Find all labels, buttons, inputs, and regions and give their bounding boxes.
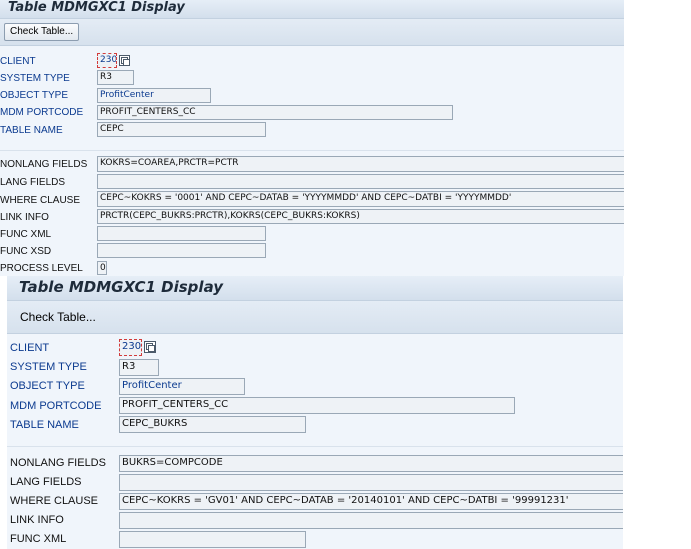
link-info-label: LINK INFO	[10, 514, 64, 526]
client-label: CLIENT	[0, 56, 36, 67]
value-help-icon[interactable]	[144, 341, 156, 353]
table-name-field[interactable]: CEPC_BUKRS	[119, 416, 306, 433]
client-label: CLIENT	[10, 342, 50, 354]
link-info-label: LINK INFO	[0, 212, 49, 223]
check-table-button[interactable]: Check Table...	[15, 307, 101, 327]
object-type-field[interactable]: ProfitCenter	[119, 378, 245, 395]
where-clause-field[interactable]: CEPC~KOKRS = '0001' AND CEPC~DATAB = 'YY…	[97, 191, 624, 207]
mdm-portcode-field[interactable]: PROFIT_CENTERS_CC	[97, 105, 453, 120]
nonlang-fields-label: NONLANG FIELDS	[10, 457, 106, 469]
func-xml-field[interactable]	[97, 226, 266, 241]
func-xsd-field[interactable]	[97, 243, 266, 258]
toolbar: Check Table...	[0, 19, 624, 46]
client-field[interactable]: 230	[119, 339, 142, 356]
lang-fields-field[interactable]	[97, 174, 624, 189]
table-name-label: TABLE NAME	[10, 419, 79, 431]
lang-fields-label: LANG FIELDS	[10, 476, 82, 488]
func-xml-label: FUNC XML	[0, 229, 52, 240]
page-title: Table MDMGXC1 Display	[19, 278, 224, 296]
mdm-portcode-label: MDM PORTCODE	[10, 400, 102, 412]
title-bar: Table MDMGXC1 Display	[0, 0, 624, 19]
lang-fields-label: LANG FIELDS	[0, 177, 66, 188]
process-level-field[interactable]: 0	[97, 261, 107, 275]
system-type-field[interactable]: R3	[119, 359, 159, 376]
link-info-field[interactable]	[119, 512, 623, 529]
object-type-field[interactable]: ProfitCenter	[97, 88, 211, 103]
mdm-portcode-field[interactable]: PROFIT_CENTERS_CC	[119, 397, 515, 414]
object-type-label: OBJECT TYPE	[10, 380, 85, 392]
value-help-icon[interactable]	[119, 55, 130, 66]
object-type-label: OBJECT TYPE	[0, 90, 68, 101]
func-xml-label: FUNC XML	[10, 533, 67, 545]
nonlang-fields-label: NONLANG FIELDS	[0, 159, 88, 170]
func-xsd-label: FUNC XSD	[0, 246, 52, 257]
separator	[7, 446, 623, 447]
table-name-label: TABLE NAME	[0, 125, 63, 136]
display-panel-2: Table MDMGXC1 Display Check Table... CLI…	[7, 276, 623, 549]
toolbar: Check Table...	[7, 301, 623, 334]
display-panel-1: Table MDMGXC1 Display Check Table... CLI…	[0, 0, 624, 276]
link-info-field[interactable]: PRCTR(CEPC_BUKRS:PRCTR),KOKRS(CEPC_BUKRS…	[97, 209, 624, 224]
table-name-field[interactable]: CEPC	[97, 122, 266, 137]
separator	[0, 150, 624, 151]
page-title: Table MDMGXC1 Display	[8, 0, 185, 15]
process-level-label: PROCESS LEVEL	[0, 263, 83, 274]
system-type-field[interactable]: R3	[97, 70, 134, 85]
nonlang-fields-field[interactable]: KOKRS=COAREA,PRCTR=PCTR	[97, 156, 624, 172]
where-clause-field[interactable]: CEPC~KOKRS = 'GV01' AND CEPC~DATAB = '20…	[119, 493, 623, 510]
system-type-label: SYSTEM TYPE	[0, 73, 70, 84]
where-clause-label: WHERE CLAUSE	[10, 495, 99, 507]
lang-fields-field[interactable]	[119, 474, 623, 491]
client-field[interactable]: 230	[97, 53, 117, 68]
system-type-label: SYSTEM TYPE	[10, 361, 87, 373]
where-clause-label: WHERE CLAUSE	[0, 195, 81, 206]
mdm-portcode-label: MDM PORTCODE	[0, 107, 84, 118]
check-table-button[interactable]: Check Table...	[4, 23, 80, 41]
func-xml-field[interactable]	[119, 531, 306, 548]
title-bar: Table MDMGXC1 Display	[7, 276, 623, 301]
nonlang-fields-field[interactable]: BUKRS=COMPCODE	[119, 455, 623, 472]
